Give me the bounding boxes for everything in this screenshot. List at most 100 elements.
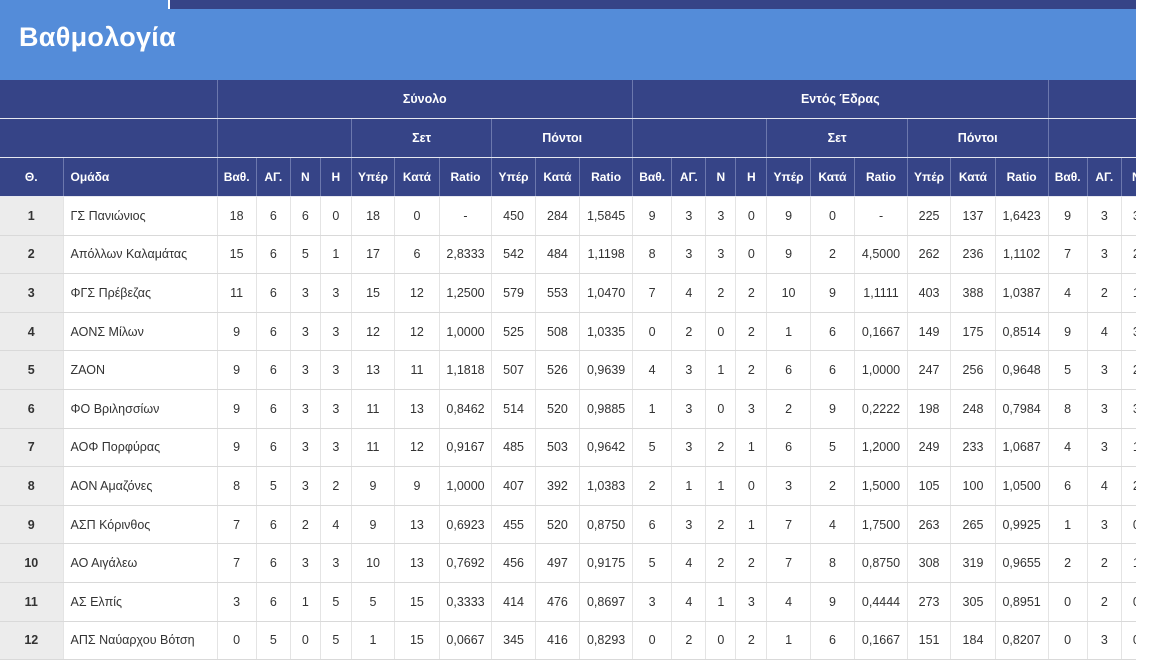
col-header-total-sets-against[interactable]: Κατά (394, 157, 440, 197)
total-stat-cell: 407 (491, 466, 536, 506)
team-name[interactable]: ΑΣ Ελπίς (63, 582, 218, 622)
col-header-team[interactable]: Ομάδα (63, 157, 218, 197)
home-stat-cell: 5 (632, 543, 673, 583)
home-stat-cell: 319 (950, 543, 996, 583)
total-stat-cell: 503 (535, 428, 581, 468)
table-row[interactable]: 2 Απόλλων Καλαμάτας 15 6 5 1 17 6 2,8333 542 484 1,… (0, 235, 1136, 275)
total-stat-cell: 9 (351, 505, 396, 545)
col-header-home-games[interactable]: ΑΓ. (671, 157, 707, 197)
total-points-header: Πόντοι (491, 118, 634, 158)
col-header-home-wins[interactable]: Ν (705, 157, 737, 197)
total-stat-cell: 12 (394, 273, 440, 313)
team-name[interactable]: ΑΣΠ Κόρινθος (63, 505, 218, 545)
team-name[interactable]: ΑΟΦ Πορφύρας (63, 428, 218, 468)
col-header-total-sets-for[interactable]: Υπέρ (351, 157, 396, 197)
home-stat-cell: 263 (907, 505, 952, 545)
home-stat-cell: 5 (632, 428, 673, 468)
rank-cell: 11 (0, 582, 64, 622)
team-name[interactable]: ΦΟ Βριλησσίων (63, 389, 218, 429)
team-name[interactable]: ΓΣ Πανιώνιος (63, 196, 218, 236)
col-header-home-sets-for[interactable]: Υπέρ (766, 157, 811, 197)
standings-table-wrapper[interactable]: Σύνολο Εντός Έδρας Σετ Πόντοι Σετ Πόντοι… (0, 80, 1136, 667)
total-stat-cell: 2 (320, 466, 352, 506)
table-row[interactable]: 6 ΦΟ Βριλησσίων 9 6 3 3 11 13 0,8462 514 520 0,9885… (0, 389, 1136, 429)
home-stat-cell: 0 (735, 235, 768, 275)
col-header-away-pts[interactable]: Βαθ. (1048, 157, 1088, 197)
home-stat-cell: 2 (632, 466, 673, 506)
table-row[interactable]: 12 ΑΠΣ Ναύαρχου Βότση 0 5 0 5 1 15 0,0667 345 416 0… (0, 621, 1136, 661)
team-name[interactable]: ΦΓΣ Πρέβεζας (63, 273, 218, 313)
col-header-total-points-against[interactable]: Κατά (535, 157, 581, 197)
col-header-home-sets-against[interactable]: Κατά (810, 157, 856, 197)
total-stat-cell: 485 (491, 428, 536, 468)
col-header-total-pts[interactable]: Βαθ. (217, 157, 257, 197)
table-row[interactable]: 7 ΑΟΦ Πορφύρας 9 6 3 3 11 12 0,9167 485 503 0,9642 5… (0, 428, 1136, 468)
total-stat-cell: 5 (320, 621, 352, 661)
col-header-total-losses[interactable]: Η (320, 157, 352, 197)
col-header-home-points-for[interactable]: Υπέρ (907, 157, 952, 197)
home-stat-cell: 100 (950, 466, 996, 506)
col-header-away-games[interactable]: ΑΓ. (1087, 157, 1122, 197)
table-row[interactable]: 10 ΑΟ Αιγάλεω 7 6 3 3 10 13 0,7692 456 497 0,9175 5 4… (0, 543, 1136, 583)
rank-cell: 5 (0, 350, 64, 390)
total-stat-cell: 6 (256, 196, 291, 236)
total-stat-cell: 15 (394, 582, 440, 622)
team-name[interactable]: ΑΟ Αιγάλεω (63, 543, 218, 583)
home-stat-cell: 4 (671, 543, 707, 583)
col-header-home-points-against[interactable]: Κατά (950, 157, 996, 197)
col-header-home-losses[interactable]: Η (735, 157, 768, 197)
total-stat-cell: 1 (351, 621, 396, 661)
table-row[interactable]: 5 ΖΑΟΝ 9 6 3 3 13 11 1,1818 507 526 0,9639 4 3 1 2 6 6 1,0… (0, 350, 1136, 390)
table-row[interactable]: 3 ΦΓΣ Πρέβεζας 11 6 3 3 15 12 1,2500 579 553 1,0470… (0, 273, 1136, 313)
home-stat-cell: 3 (735, 582, 768, 622)
home-stat-cell: 3 (671, 505, 707, 545)
col-header-total-points-ratio[interactable]: Ratio (579, 157, 634, 197)
table-row[interactable]: 11 ΑΣ Ελπίς 3 6 1 5 5 15 0,3333 414 476 0,8697 3 4 1 3 4… (0, 582, 1136, 622)
total-stat-cell: 414 (491, 582, 536, 622)
home-stat-cell: 9 (766, 196, 811, 236)
home-stat-cell: 4 (632, 350, 673, 390)
home-stat-cell: 7 (766, 505, 811, 545)
home-stat-cell: 175 (950, 312, 996, 352)
rank-cell: 6 (0, 389, 64, 429)
col-header-home-sets-ratio[interactable]: Ratio (854, 157, 908, 197)
total-stat-cell: 9 (394, 466, 440, 506)
col-header-total-games[interactable]: ΑΓ. (256, 157, 291, 197)
home-stat-cell: 5 (810, 428, 856, 468)
col-header-position[interactable]: Θ. (0, 157, 64, 197)
table-row[interactable]: 8 ΑΟΝ Αμαζόνες 8 5 3 2 9 9 1,0000 407 392 1,0383 2 1 1… (0, 466, 1136, 506)
team-name[interactable]: ΑΟΝΣ Μίλων (63, 312, 218, 352)
total-stat-cell: 12 (394, 428, 440, 468)
away-stat-cell: 3 (1087, 196, 1122, 236)
home-stat-cell: 2 (705, 505, 737, 545)
home-stat-cell: 9 (632, 196, 673, 236)
team-name[interactable]: ΑΠΣ Ναύαρχου Βότση (63, 621, 218, 661)
table-row[interactable]: 4 ΑΟΝΣ Μίλων 9 6 3 3 12 12 1,0000 525 508 1,0335 0 2 0… (0, 312, 1136, 352)
total-stat-cell: 3 (290, 466, 321, 506)
home-stat-cell: 10 (766, 273, 811, 313)
total-stat-cell: 6 (256, 312, 291, 352)
total-stat-cell: 2,8333 (439, 235, 493, 275)
total-stat-cell: 3 (320, 543, 352, 583)
team-name[interactable]: ΖΑΟΝ (63, 350, 218, 390)
table-row[interactable]: 1 ΓΣ Πανιώνιος 18 6 6 0 18 0-450 284 1,5845 9 3 3 0 9 0… (0, 196, 1136, 236)
total-stat-cell: 5 (290, 235, 321, 275)
table-row[interactable]: 9 ΑΣΠ Κόρινθος 7 6 2 4 9 13 0,6923 455 520 0,8750 6 3… (0, 505, 1136, 545)
team-name[interactable]: ΑΟΝ Αμαζόνες (63, 466, 218, 506)
total-stat-cell: 1,0000 (439, 312, 493, 352)
col-header-total-sets-ratio[interactable]: Ratio (439, 157, 493, 197)
col-header-total-points-for[interactable]: Υπέρ (491, 157, 536, 197)
col-header-total-wins[interactable]: Ν (290, 157, 321, 197)
team-name[interactable]: Απόλλων Καλαμάτας (63, 235, 218, 275)
total-stat-cell: 0 (290, 621, 321, 661)
home-stat-cell: 0 (705, 312, 737, 352)
home-stat-cell: 1 (705, 466, 737, 506)
home-stat-cell: 0,9648 (995, 350, 1049, 390)
col-header-away-wins[interactable]: Ν (1121, 157, 1136, 197)
home-stat-cell: 1,1102 (995, 235, 1049, 275)
home-stat-cell: 403 (907, 273, 952, 313)
total-stat-cell: 2 (290, 505, 321, 545)
col-header-home-points-ratio[interactable]: Ratio (995, 157, 1049, 197)
col-header-home-pts[interactable]: Βαθ. (632, 157, 673, 197)
home-stat-cell: 184 (950, 621, 996, 661)
